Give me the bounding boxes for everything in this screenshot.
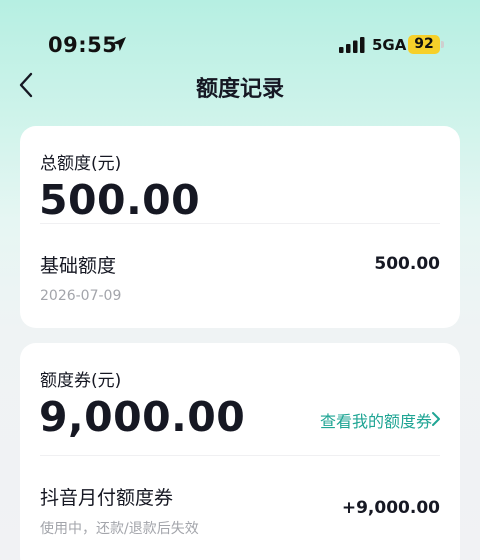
chevron-right-icon[interactable] <box>430 411 442 427</box>
nav-bar: 额度记录 <box>0 66 480 106</box>
status-time: 09:55 <box>48 33 118 57</box>
total-quota-label: 总额度(元) <box>40 154 122 174</box>
page-title: 额度记录 <box>195 77 284 102</box>
coupon-item-title: 抖音月付额度券 <box>40 487 174 509</box>
divider <box>40 223 440 224</box>
battery-tip <box>441 41 444 48</box>
base-quota-date: 2026-07-09 <box>40 288 122 304</box>
view-my-coupons-link[interactable]: 查看我的额度券 <box>320 408 432 432</box>
coupon-item-note: 使用中，还款/退款后失效 <box>40 521 199 537</box>
coupon-item-value: +9,000.00 <box>341 498 440 518</box>
coupon-quota-label: 额度券(元) <box>40 371 122 391</box>
signal-bars-icon <box>339 37 365 53</box>
quota-coupon-card: 额度券(元) 9,000.00 查看我的额度券 抖音月付额度券 +9,000.0… <box>20 343 460 560</box>
coupon-quota-amount: 9,000.00 <box>39 393 246 441</box>
total-quota-card: 总额度(元) 500.00 基础额度 500.00 2026-07-09 <box>20 126 460 328</box>
total-quota-amount: 500.00 <box>39 176 201 224</box>
base-quota-title: 基础额度 <box>40 255 117 277</box>
base-quota-value: 500.00 <box>374 254 440 274</box>
divider <box>40 455 440 456</box>
status-bar: 09:55 5GA 92 <box>0 0 480 66</box>
network-type: 5GA <box>372 36 407 54</box>
battery-icon: 92 <box>408 35 440 54</box>
location-arrow-icon <box>112 37 126 51</box>
